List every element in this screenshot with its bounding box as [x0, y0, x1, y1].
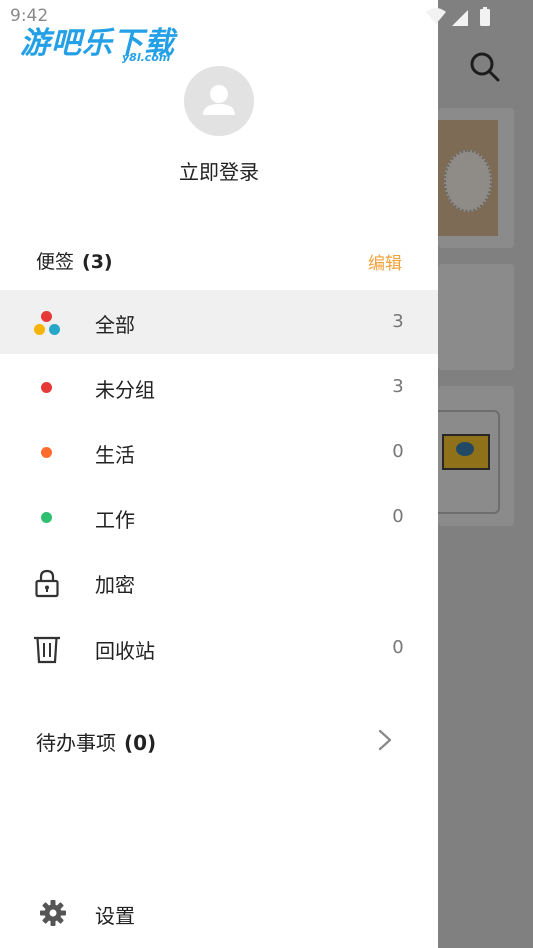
battery-icon	[480, 9, 490, 26]
status-bar-icons	[426, 7, 490, 26]
login-link[interactable]: 立即登录	[0, 156, 438, 185]
multi-color-dots-icon	[30, 306, 64, 340]
todo-section[interactable]: 待办事项 (0)	[36, 727, 156, 756]
group-count: 3	[392, 311, 404, 332]
orange-dot-icon	[30, 436, 64, 470]
todo-title: 待办事项	[36, 731, 116, 755]
trash-icon	[34, 636, 60, 664]
lock-icon	[35, 569, 59, 598]
todo-count: (0)	[124, 731, 157, 755]
notes-section-title: 便签	[36, 251, 75, 273]
group-label: 全部	[95, 313, 135, 337]
group-count: 3	[392, 376, 404, 397]
chevron-right-icon[interactable]	[374, 727, 396, 753]
green-dot-icon	[30, 501, 64, 535]
navigation-drawer: 9:42 游吧乐下载 y8l.com 立即登录 便签 (3) 编辑 全部 3 未分…	[0, 0, 438, 948]
group-label: 未分组	[95, 378, 155, 402]
group-count: 0	[392, 637, 404, 658]
group-count: 0	[392, 506, 404, 527]
group-item-work[interactable]: 工作 0	[0, 485, 438, 549]
notes-count: (3)	[82, 251, 113, 273]
group-item-life[interactable]: 生活 0	[0, 420, 438, 484]
group-item-encrypted[interactable]: 加密	[0, 550, 438, 614]
red-dot-icon	[30, 371, 64, 405]
group-label: 生活	[95, 443, 135, 467]
group-item-trash[interactable]: 回收站 0	[0, 616, 438, 680]
cell-signal-icon	[452, 10, 468, 26]
notes-section-header: 便签 (3)	[36, 247, 113, 274]
avatar[interactable]	[184, 66, 254, 136]
wifi-icon	[426, 8, 446, 24]
group-count: 0	[392, 441, 404, 462]
group-label: 加密	[95, 573, 135, 597]
group-item-all[interactable]: 全部 3	[0, 290, 438, 354]
settings-label[interactable]: 设置	[95, 900, 135, 929]
group-label: 回收站	[95, 639, 155, 663]
edit-button[interactable]: 编辑	[368, 249, 402, 274]
group-item-ungrouped[interactable]: 未分组 3	[0, 355, 438, 419]
gear-icon[interactable]	[38, 898, 68, 928]
watermark-url: y8l.com	[122, 51, 171, 64]
group-label: 工作	[95, 508, 135, 532]
user-icon	[203, 85, 235, 115]
